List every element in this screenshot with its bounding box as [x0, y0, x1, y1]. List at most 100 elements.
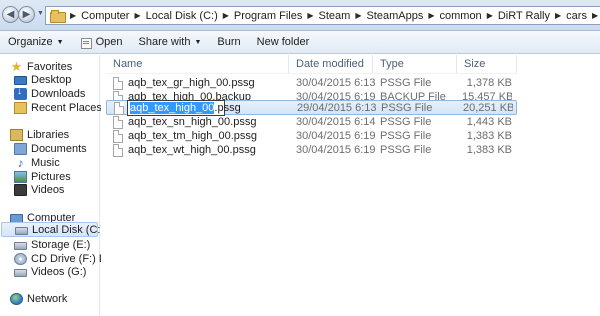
nav-desktop[interactable]: Desktop	[14, 72, 71, 87]
documents-icon	[14, 142, 27, 155]
rename-selected-text: aqb_tex_high_00	[130, 102, 215, 114]
file-row[interactable]: aqb_tex_gr_high_00.pssg 30/04/2015 6:13 …	[106, 76, 517, 91]
burn-button[interactable]: Burn	[209, 31, 248, 53]
open-label: Open	[95, 36, 123, 48]
nav-label: Music	[31, 156, 60, 169]
forward-button[interactable]: ▶	[18, 6, 35, 23]
breadcrumb-item[interactable]: Computer	[80, 10, 130, 22]
file-row[interactable]: aqb_tex_wt_high_00.pssg 30/04/2015 6:19 …	[106, 143, 517, 158]
file-size: 1,383 KB	[466, 144, 512, 156]
file-name: aqb_tex_sn_high_00.pssg	[128, 116, 257, 128]
downloads-icon	[14, 86, 27, 100]
nav-libraries[interactable]: Libraries	[10, 127, 69, 142]
rename-extension: .pssg	[214, 102, 241, 114]
new-folder-button[interactable]: New folder	[249, 31, 318, 53]
file-row[interactable]: aqb_tex_sn_high_00.pssg 30/04/2015 6:14 …	[106, 115, 517, 130]
burn-label: Burn	[217, 36, 241, 48]
file-type: PSSG File	[381, 102, 433, 114]
nav-downloads[interactable]: Downloads	[14, 86, 85, 101]
breadcrumb-item[interactable]: DiRT Rally	[497, 10, 551, 22]
nav-label: Documents	[31, 142, 87, 155]
file-date: 30/04/2015 6:19 p.m.	[296, 130, 376, 142]
chevron-right-icon[interactable]: ▶	[588, 11, 600, 20]
nav-label: Favorites	[27, 60, 73, 73]
star-icon: ★	[10, 58, 23, 74]
file-date: 29/04/2015 6:13 p.m.	[297, 102, 377, 114]
music-icon: ♪	[17, 155, 24, 170]
chevron-right-icon[interactable]: ▶	[130, 11, 144, 20]
column-header-size[interactable]: Size	[457, 55, 517, 73]
nav-recent-places[interactable]: Recent Places	[14, 100, 102, 115]
file-row[interactable]: aqb_tex_tm_high_00.pssg 30/04/2015 6:19 …	[106, 129, 517, 144]
hard-drive-icon	[14, 242, 27, 250]
file-type: PSSG File	[380, 144, 432, 156]
chevron-right-icon[interactable]: ▶	[219, 11, 233, 20]
chevron-down-icon: ▼	[56, 38, 64, 46]
breadcrumb-item[interactable]: Local Disk (C:)	[145, 10, 219, 22]
libraries-icon	[10, 128, 23, 141]
file-name: aqb_tex_tm_high_00.pssg	[128, 130, 258, 142]
nav-label: Downloads	[31, 87, 86, 100]
breadcrumb-item[interactable]: SteamApps	[365, 10, 424, 22]
chevron-right-icon[interactable]: ▶	[351, 11, 365, 20]
column-header-name[interactable]: Name	[106, 55, 289, 73]
file-type: PSSG File	[380, 77, 432, 89]
chevron-right-icon[interactable]: ▶	[424, 11, 438, 20]
chevron-right-icon[interactable]: ▶	[303, 11, 317, 20]
nav-local-disk[interactable]: Local Disk (C:)	[1, 222, 104, 237]
back-button[interactable]: ◀	[2, 6, 19, 23]
recent-places-icon	[14, 101, 27, 114]
nav-network[interactable]: Network	[10, 291, 67, 306]
column-header-type[interactable]: Type	[373, 55, 457, 73]
address-bar: ◀ ▶ ▼ ▶ Computer ▶ Local Disk (C:) ▶ Pro…	[0, 0, 600, 31]
nav-label: Storage (E:)	[31, 238, 91, 251]
nav-label: Local Disk (C:)	[32, 223, 105, 236]
nav-label: Libraries	[27, 128, 70, 141]
file-size: 1,378 KB	[466, 77, 512, 89]
file-date: 30/04/2015 6:19 p.m.	[296, 144, 376, 156]
share-with-button[interactable]: Share with ▼	[131, 31, 210, 53]
hard-drive-icon	[15, 227, 28, 235]
breadcrumb-item[interactable]: common	[439, 10, 483, 22]
file-icon	[113, 144, 123, 157]
file-icon	[113, 130, 123, 143]
chevron-right-icon[interactable]: ▶	[66, 11, 80, 20]
breadcrumb-item[interactable]: Program Files	[233, 10, 303, 22]
nav-music[interactable]: ♪ Music	[14, 155, 60, 170]
chevron-right-icon[interactable]: ▶	[551, 11, 565, 20]
navigation-pane: ★ Favorites Desktop Downloads Recent Pla…	[0, 55, 130, 316]
nav-label: Desktop	[31, 73, 72, 86]
nav-storage[interactable]: Storage (E:)	[14, 237, 90, 252]
breadcrumb[interactable]: ▶ Computer ▶ Local Disk (C:) ▶ Program F…	[45, 6, 600, 25]
recent-pages-dropdown-icon[interactable]: ▼	[37, 10, 44, 17]
rename-input[interactable]: aqb_tex_high_00 .pssg	[127, 100, 241, 116]
chevron-down-icon: ▼	[194, 38, 202, 46]
file-row-selected[interactable]: aqb_tex_high_00.pssg 29/04/2015 6:13 p.m…	[106, 100, 517, 116]
file-size: 1,443 KB	[466, 116, 512, 128]
videos-icon	[14, 183, 27, 196]
organize-button[interactable]: Organize ▼	[0, 31, 72, 53]
pictures-icon	[14, 170, 27, 183]
desktop-icon	[14, 75, 27, 85]
breadcrumb-item[interactable]: Steam	[318, 10, 352, 22]
file-type: PSSG File	[380, 130, 432, 142]
nav-label: Videos	[31, 183, 65, 196]
cd-drive-icon	[14, 252, 27, 265]
open-file-icon	[80, 37, 92, 49]
breadcrumb-item[interactable]: cars	[565, 10, 588, 22]
nav-label: Recent Places	[31, 101, 102, 114]
organize-label: Organize	[8, 36, 53, 48]
file-size: 20,251 KB	[463, 102, 513, 114]
nav-label: Videos (G:)	[31, 265, 87, 278]
nav-documents[interactable]: Documents	[14, 141, 87, 156]
nav-videos[interactable]: Videos	[14, 182, 64, 197]
command-bar: Organize ▼ Open Share with ▼ Burn New fo…	[0, 31, 600, 54]
chevron-right-icon[interactable]: ▶	[483, 11, 497, 20]
column-header-date[interactable]: Date modified	[289, 55, 373, 73]
file-type: PSSG File	[380, 116, 432, 128]
file-icon	[113, 77, 123, 90]
header-divider	[106, 73, 517, 74]
nav-videos-g[interactable]: Videos (G:)	[14, 264, 86, 279]
file-size: 1,383 KB	[466, 130, 512, 142]
open-button[interactable]: Open	[72, 31, 131, 53]
